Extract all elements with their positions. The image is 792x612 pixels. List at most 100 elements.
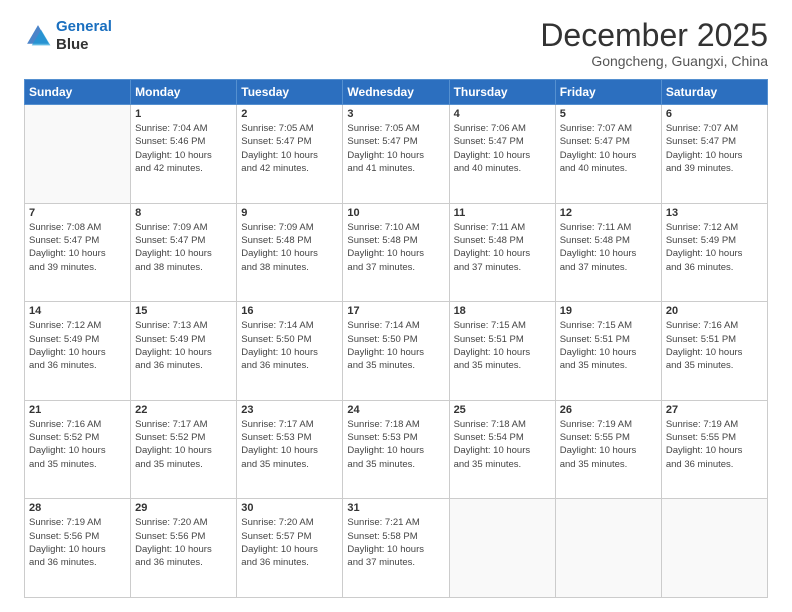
calendar-day-22: 22 Sunrise: 7:17 AMSunset: 5:52 PMDayligh… <box>131 400 237 499</box>
calendar-day-18: 18 Sunrise: 7:15 AMSunset: 5:51 PMDayligh… <box>449 302 555 401</box>
day-number: 13 <box>666 207 763 219</box>
weekday-header-wednesday: Wednesday <box>343 80 449 105</box>
day-number: 31 <box>347 502 444 514</box>
day-number: 14 <box>29 305 126 317</box>
location: Gongcheng, Guangxi, China <box>540 53 768 69</box>
day-number: 8 <box>135 207 232 219</box>
day-number: 4 <box>454 108 551 120</box>
weekday-header-friday: Friday <box>555 80 661 105</box>
calendar-day-25: 25 Sunrise: 7:18 AMSunset: 5:54 PMDayligh… <box>449 400 555 499</box>
calendar-day-14: 14Sunrise: 7:12 AMSunset: 5:49 PMDayligh… <box>25 302 131 401</box>
calendar-day-30: 30 Sunrise: 7:20 AMSunset: 5:57 PMDayligh… <box>237 499 343 598</box>
calendar-day-29: 29 Sunrise: 7:20 AMSunset: 5:56 PMDayligh… <box>131 499 237 598</box>
calendar-day-19: 19Sunrise: 7:15 AMSunset: 5:51 PMDayligh… <box>555 302 661 401</box>
calendar-day-23: 23 Sunrise: 7:17 AMSunset: 5:53 PMDayligh… <box>237 400 343 499</box>
calendar-day-1: 1 Sunrise: 7:04 AMSunset: 5:46 PMDaylight… <box>131 105 237 204</box>
day-number: 23 <box>241 404 338 416</box>
day-number: 2 <box>241 108 338 120</box>
day-info: Sunrise: 7:05 AMSunset: 5:47 PMDaylight:… <box>347 122 444 175</box>
weekday-header-row: SundayMondayTuesdayWednesdayThursdayFrid… <box>25 80 768 105</box>
day-number: 29 <box>135 502 232 514</box>
calendar-day-empty <box>555 499 661 598</box>
logo-blue: Blue <box>56 36 112 54</box>
day-number: 25 <box>454 404 551 416</box>
day-info: Sunrise: 7:04 AMSunset: 5:46 PMDaylight:… <box>135 122 232 175</box>
day-info: Sunrise: 7:09 AMSunset: 5:48 PMDaylight:… <box>241 221 338 274</box>
day-info: Sunrise: 7:08 AMSunset: 5:47 PMDaylight:… <box>29 221 126 274</box>
calendar-day-28: 28 Sunrise: 7:19 AMSunset: 5:56 PMDayligh… <box>25 499 131 598</box>
day-info: Sunrise: 7:13 AMSunset: 5:49 PMDaylight:… <box>135 319 232 372</box>
day-info: Sunrise: 7:16 AMSunset: 5:51 PMDaylight:… <box>666 319 763 372</box>
calendar-day-31: 31 Sunrise: 7:21 AMSunset: 5:58 PMDayligh… <box>343 499 449 598</box>
day-info: Sunrise: 7:21 AMSunset: 5:58 PMDaylight:… <box>347 516 444 569</box>
day-info: Sunrise: 7:19 AMSunset: 5:56 PMDaylight:… <box>29 516 126 569</box>
day-info: Sunrise: 7:11 AMSunset: 5:48 PMDaylight:… <box>560 221 657 274</box>
day-number: 9 <box>241 207 338 219</box>
day-info: Sunrise: 7:07 AMSunset: 5:47 PMDaylight:… <box>560 122 657 175</box>
calendar-week-row: 21 Sunrise: 7:16 AMSunset: 5:52 PMDayligh… <box>25 400 768 499</box>
month-title: December 2025 <box>540 18 768 53</box>
day-info: Sunrise: 7:11 AMSunset: 5:48 PMDaylight:… <box>454 221 551 274</box>
day-number: 5 <box>560 108 657 120</box>
calendar-day-27: 27Sunrise: 7:19 AMSunset: 5:55 PMDayligh… <box>661 400 767 499</box>
calendar-day-empty <box>25 105 131 204</box>
day-info: Sunrise: 7:15 AMSunset: 5:51 PMDaylight:… <box>560 319 657 372</box>
day-info: Sunrise: 7:09 AMSunset: 5:47 PMDaylight:… <box>135 221 232 274</box>
logo-general: General <box>56 18 112 35</box>
calendar-day-4: 4 Sunrise: 7:06 AMSunset: 5:47 PMDaylight… <box>449 105 555 204</box>
calendar-day-10: 10Sunrise: 7:10 AMSunset: 5:48 PMDayligh… <box>343 203 449 302</box>
day-info: Sunrise: 7:16 AMSunset: 5:52 PMDaylight:… <box>29 418 126 471</box>
weekday-header-thursday: Thursday <box>449 80 555 105</box>
day-number: 20 <box>666 305 763 317</box>
logo-text: General Blue <box>56 18 112 54</box>
day-number: 28 <box>29 502 126 514</box>
day-info: Sunrise: 7:17 AMSunset: 5:53 PMDaylight:… <box>241 418 338 471</box>
weekday-header-monday: Monday <box>131 80 237 105</box>
calendar-day-13: 13 Sunrise: 7:12 AMSunset: 5:49 PMDayligh… <box>661 203 767 302</box>
calendar-day-12: 12Sunrise: 7:11 AMSunset: 5:48 PMDayligh… <box>555 203 661 302</box>
day-number: 3 <box>347 108 444 120</box>
logo-icon <box>24 22 52 50</box>
day-number: 17 <box>347 305 444 317</box>
calendar-day-6: 6Sunrise: 7:07 AMSunset: 5:47 PMDaylight… <box>661 105 767 204</box>
day-info: Sunrise: 7:15 AMSunset: 5:51 PMDaylight:… <box>454 319 551 372</box>
day-info: Sunrise: 7:19 AMSunset: 5:55 PMDaylight:… <box>560 418 657 471</box>
day-number: 22 <box>135 404 232 416</box>
calendar-day-24: 24Sunrise: 7:18 AMSunset: 5:53 PMDayligh… <box>343 400 449 499</box>
day-number: 7 <box>29 207 126 219</box>
calendar-table: SundayMondayTuesdayWednesdayThursdayFrid… <box>24 79 768 598</box>
day-info: Sunrise: 7:10 AMSunset: 5:48 PMDaylight:… <box>347 221 444 274</box>
day-info: Sunrise: 7:14 AMSunset: 5:50 PMDaylight:… <box>241 319 338 372</box>
calendar-week-row: 28 Sunrise: 7:19 AMSunset: 5:56 PMDayligh… <box>25 499 768 598</box>
calendar-week-row: 14Sunrise: 7:12 AMSunset: 5:49 PMDayligh… <box>25 302 768 401</box>
day-info: Sunrise: 7:17 AMSunset: 5:52 PMDaylight:… <box>135 418 232 471</box>
day-number: 11 <box>454 207 551 219</box>
day-number: 21 <box>29 404 126 416</box>
calendar-day-20: 20 Sunrise: 7:16 AMSunset: 5:51 PMDayligh… <box>661 302 767 401</box>
calendar-day-15: 15Sunrise: 7:13 AMSunset: 5:49 PMDayligh… <box>131 302 237 401</box>
calendar-week-row: 1 Sunrise: 7:04 AMSunset: 5:46 PMDaylight… <box>25 105 768 204</box>
calendar-day-21: 21 Sunrise: 7:16 AMSunset: 5:52 PMDayligh… <box>25 400 131 499</box>
day-info: Sunrise: 7:18 AMSunset: 5:54 PMDaylight:… <box>454 418 551 471</box>
day-number: 18 <box>454 305 551 317</box>
day-info: Sunrise: 7:06 AMSunset: 5:47 PMDaylight:… <box>454 122 551 175</box>
day-number: 26 <box>560 404 657 416</box>
calendar-day-empty <box>449 499 555 598</box>
calendar-day-9: 9 Sunrise: 7:09 AMSunset: 5:48 PMDaylight… <box>237 203 343 302</box>
day-number: 30 <box>241 502 338 514</box>
weekday-header-tuesday: Tuesday <box>237 80 343 105</box>
day-info: Sunrise: 7:20 AMSunset: 5:56 PMDaylight:… <box>135 516 232 569</box>
weekday-header-sunday: Sunday <box>25 80 131 105</box>
day-info: Sunrise: 7:14 AMSunset: 5:50 PMDaylight:… <box>347 319 444 372</box>
day-number: 16 <box>241 305 338 317</box>
day-info: Sunrise: 7:05 AMSunset: 5:47 PMDaylight:… <box>241 122 338 175</box>
day-number: 1 <box>135 108 232 120</box>
day-info: Sunrise: 7:12 AMSunset: 5:49 PMDaylight:… <box>666 221 763 274</box>
day-info: Sunrise: 7:07 AMSunset: 5:47 PMDaylight:… <box>666 122 763 175</box>
calendar-day-8: 8 Sunrise: 7:09 AMSunset: 5:47 PMDaylight… <box>131 203 237 302</box>
weekday-header-saturday: Saturday <box>661 80 767 105</box>
title-block: December 2025 Gongcheng, Guangxi, China <box>540 18 768 69</box>
day-info: Sunrise: 7:20 AMSunset: 5:57 PMDaylight:… <box>241 516 338 569</box>
calendar-day-3: 3 Sunrise: 7:05 AMSunset: 5:47 PMDaylight… <box>343 105 449 204</box>
page: General Blue December 2025 Gongcheng, Gu… <box>0 0 792 612</box>
